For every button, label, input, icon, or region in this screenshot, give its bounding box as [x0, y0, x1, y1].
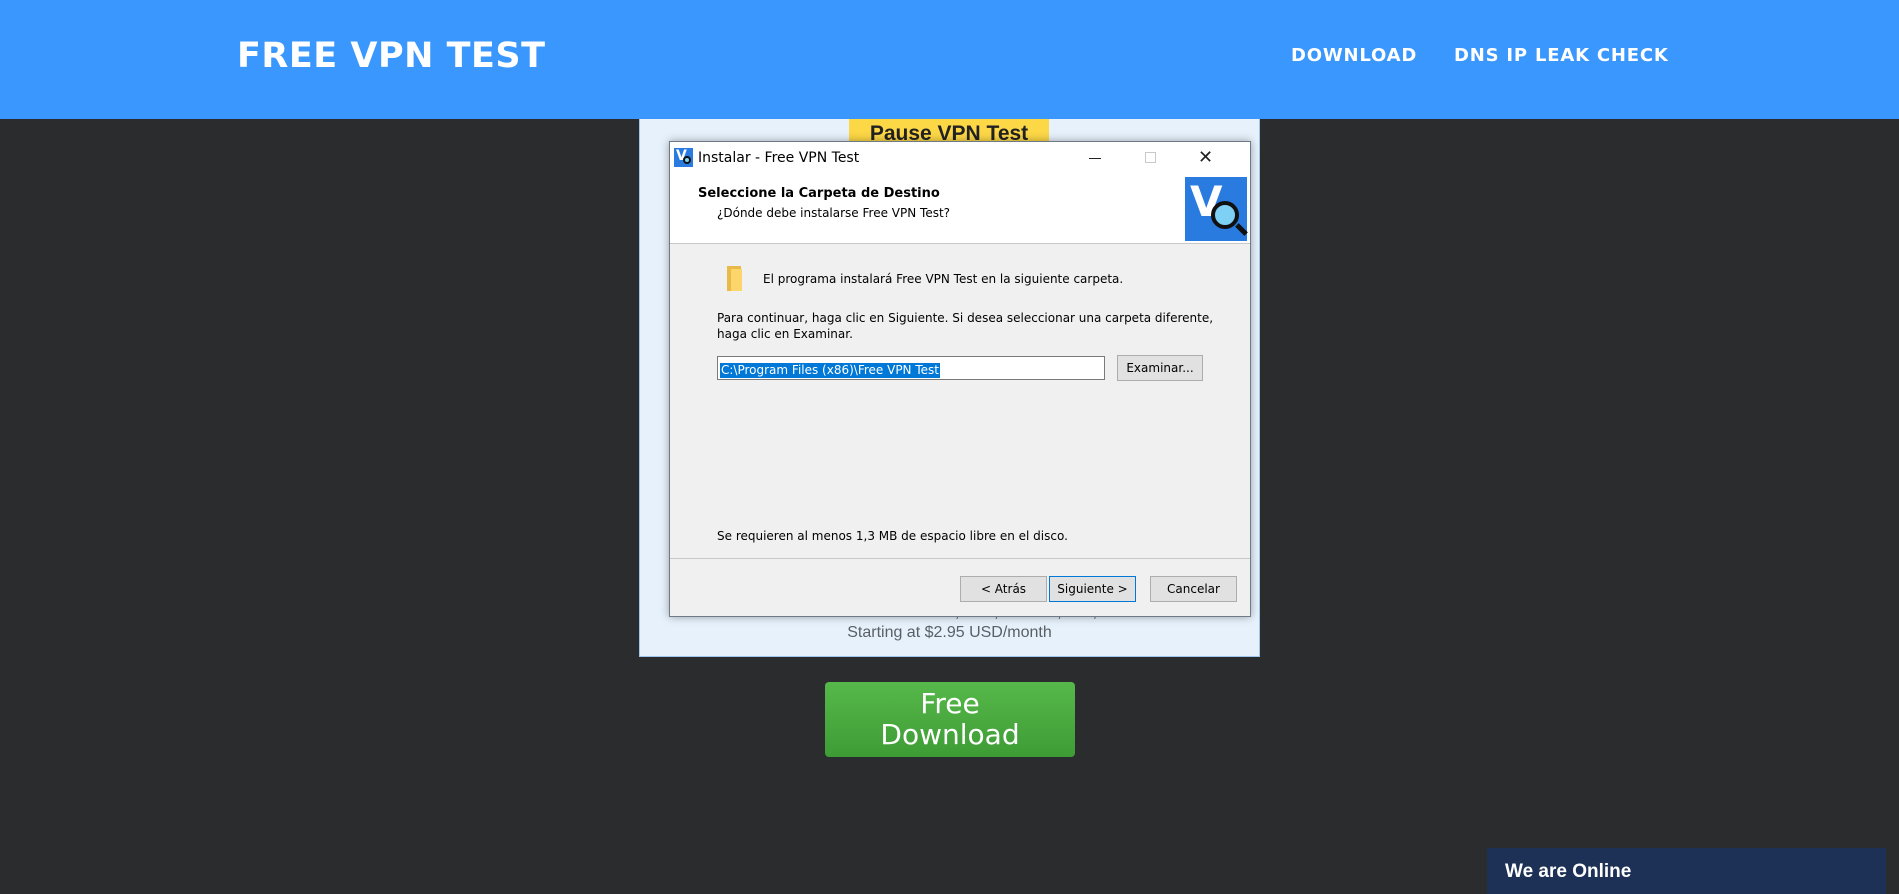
promo-line-2: Starting at $2.95 USD/month — [847, 624, 1052, 641]
nav-download-link[interactable]: DOWNLOAD — [1291, 45, 1417, 66]
next-button[interactable]: Siguiente > — [1049, 576, 1136, 602]
destination-path-value: C:\Program Files (x86)\Free VPN Test — [720, 363, 940, 378]
close-icon: ✕ — [1198, 147, 1214, 168]
free-download-line-2: Download — [880, 718, 1020, 751]
destination-info-text: El programa instalará Free VPN Test en l… — [763, 272, 1124, 286]
site-header: FREE VPN TEST DOWNLOAD DNS IP LEAK CHECK — [0, 0, 1899, 119]
dialog-title-bar[interactable]: V Instalar - Free VPN Test ✕ — [670, 142, 1250, 174]
minimize-icon — [1089, 158, 1101, 159]
app-icon: V — [674, 148, 693, 167]
wizard-step-subtitle: ¿Dónde debe instalarse Free VPN Test? — [717, 206, 951, 220]
folder-icon — [725, 266, 742, 291]
disk-space-text: Se requieren al menos 1,3 MB de espacio … — [717, 529, 1068, 543]
free-download-line-1: Free — [920, 687, 980, 720]
cancel-button[interactable]: Cancelar — [1150, 576, 1237, 602]
maximize-button[interactable] — [1123, 142, 1179, 174]
nav-dns-leak-link[interactable]: DNS IP LEAK CHECK — [1454, 45, 1669, 66]
instruction-text: Para continuar, haga clic en Siguiente. … — [717, 311, 1214, 341]
minimize-button[interactable] — [1067, 142, 1123, 174]
vpn-logo-icon: V — [1185, 177, 1248, 241]
wizard-header: Seleccione la Carpeta de Destino ¿Dónde … — [670, 174, 1250, 244]
site-brand[interactable]: FREE VPN TEST — [237, 36, 545, 76]
wizard-step-title: Seleccione la Carpeta de Destino — [698, 186, 940, 201]
browse-button[interactable]: Examinar... — [1117, 355, 1203, 381]
footer-divider — [670, 558, 1250, 559]
dialog-title: Instalar - Free VPN Test — [698, 150, 860, 166]
back-button[interactable]: < Atrás — [960, 576, 1047, 602]
installer-dialog: V Instalar - Free VPN Test ✕ Seleccione … — [669, 141, 1251, 617]
free-download-button[interactable]: Free Download — [825, 682, 1075, 757]
chat-widget[interactable]: We are Online — [1487, 848, 1886, 894]
destination-path-input[interactable]: C:\Program Files (x86)\Free VPN Test — [717, 356, 1105, 380]
close-button[interactable]: ✕ — [1181, 142, 1237, 174]
maximize-icon — [1145, 152, 1156, 163]
